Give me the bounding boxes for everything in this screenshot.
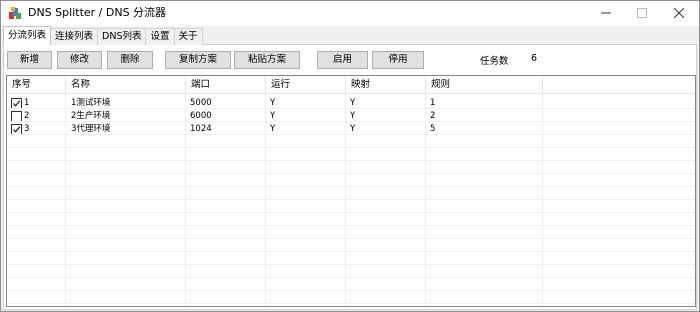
tab-settings[interactable]: 设置: [145, 28, 175, 45]
checkmark-icon: [13, 126, 21, 133]
app-icon: [8, 6, 22, 20]
column-header-port[interactable]: 端口: [186, 76, 266, 94]
grid-line: [7, 212, 695, 213]
grid-line: [7, 108, 695, 109]
grid-line: [7, 303, 695, 304]
title-bar[interactable]: DNS Splitter / DNS 分流器: [1, 1, 699, 26]
grid-line: [7, 121, 695, 122]
paste-plan-button[interactable]: 粘贴方案: [234, 51, 300, 69]
table-header: 序号 名称 端口 运行 映射 规则: [7, 76, 695, 94]
copy-plan-button[interactable]: 复制方案: [165, 51, 231, 69]
tab-connection-list[interactable]: 连接列表: [50, 28, 99, 45]
window-title: DNS Splitter / DNS 分流器: [28, 6, 167, 19]
task-count-value: 6: [531, 53, 538, 64]
grid-line: [7, 134, 695, 135]
close-icon: [673, 6, 685, 22]
column-header-map[interactable]: 映射: [346, 76, 426, 94]
add-button[interactable]: 新增: [7, 51, 52, 69]
tab-strip: 分流列表 连接列表 DNS列表 设置 关于: [3, 26, 203, 45]
app-window: DNS Splitter / DNS 分流器 分流列表 连接列表 DNS列表 设…: [0, 0, 700, 312]
grid-line: [7, 186, 695, 187]
tab-split-list[interactable]: 分流列表: [3, 26, 52, 45]
grid-line: [7, 264, 695, 265]
close-button[interactable]: [656, 1, 700, 26]
grid-line: [7, 277, 695, 278]
column-header-run[interactable]: 运行: [266, 76, 346, 94]
split-list-table[interactable]: 序号 名称 端口 运行 映射 规则 1 1测试环境 5000 Y Y 1 2 2生产环境 600…: [6, 75, 696, 307]
maximize-icon: [637, 7, 647, 21]
delete-button[interactable]: 删除: [107, 51, 153, 69]
checkmark-icon: [13, 100, 21, 107]
grid-line: [7, 199, 695, 200]
grid-line: [7, 225, 695, 226]
column-header-name[interactable]: 名称: [66, 76, 186, 94]
column-header-id[interactable]: 序号: [7, 76, 66, 94]
column-header-rule[interactable]: 规则: [426, 76, 543, 94]
grid-line: [7, 160, 695, 161]
minimize-icon: [601, 7, 611, 21]
grid-line: [7, 147, 695, 148]
grid-line: [7, 290, 695, 291]
grid-line: [7, 238, 695, 239]
tab-dns-list[interactable]: DNS列表: [97, 28, 147, 45]
task-count-label: 任务数: [480, 56, 509, 67]
grid-line: [7, 173, 695, 174]
edit-button[interactable]: 修改: [57, 51, 102, 69]
disable-button[interactable]: 停用: [372, 51, 424, 69]
tab-about[interactable]: 关于: [173, 28, 203, 45]
enable-button[interactable]: 启用: [317, 51, 368, 69]
grid-line: [7, 251, 695, 252]
